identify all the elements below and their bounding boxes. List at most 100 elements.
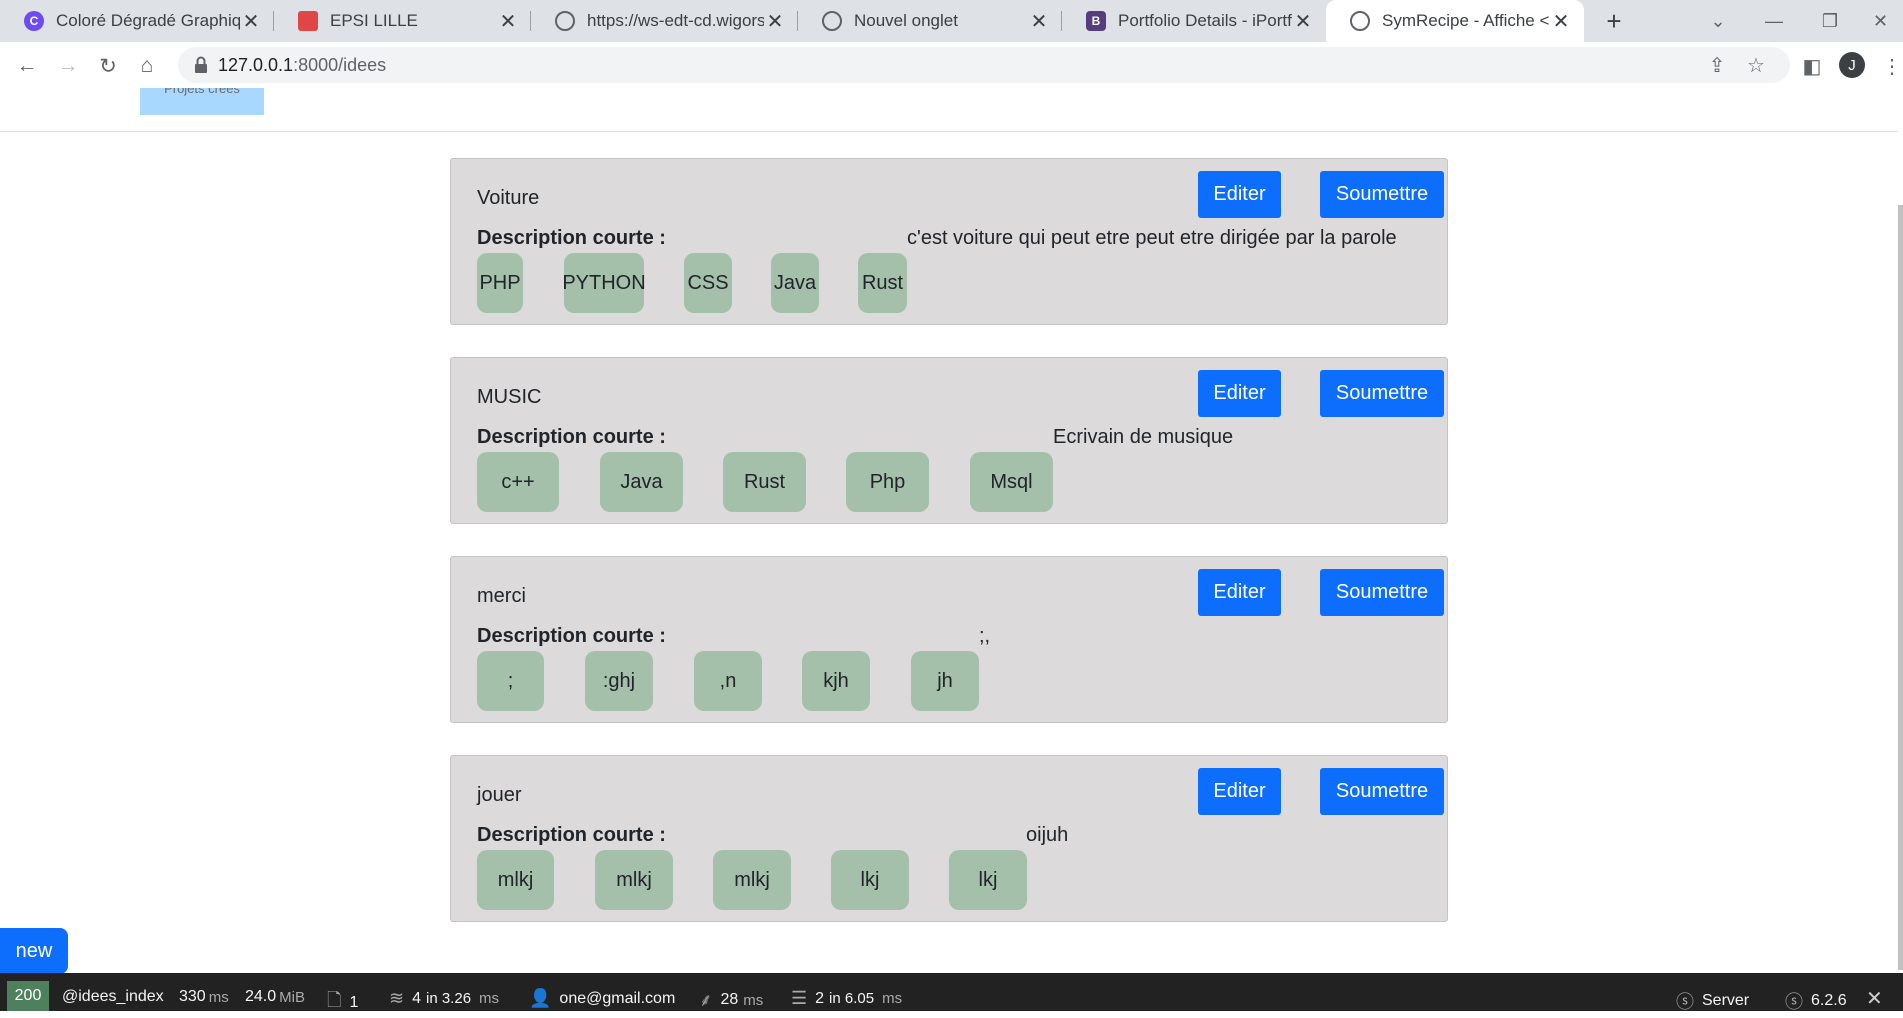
form-icon: 🗋 — [327, 990, 342, 1010]
restore-icon[interactable]: ❐ — [1802, 0, 1858, 42]
edit-button[interactable]: Editer — [1198, 768, 1281, 815]
bootstrap-favicon-icon: B — [1086, 11, 1106, 31]
close-icon[interactable]: ✕ — [497, 9, 519, 34]
browser-tab[interactable]: https://ws-edt-cd.wigorserv ✕ — [531, 0, 798, 42]
globe-icon — [822, 11, 842, 31]
tag: mlkj — [595, 850, 673, 910]
new-idea-button[interactable]: new — [0, 928, 68, 973]
tag: CSS — [684, 253, 732, 313]
tag: ,n — [694, 651, 762, 711]
browser-tab[interactable]: Nouvel onglet ✕ — [798, 0, 1062, 42]
epsi-favicon-icon — [298, 11, 318, 31]
cache-time: in 3.26 — [426, 990, 472, 1007]
tag: Rust — [858, 253, 907, 313]
close-icon[interactable]: ✕ — [764, 9, 786, 34]
browser-tab[interactable]: B Portfolio Details - iPortfolio ✕ — [1062, 0, 1326, 42]
edit-button[interactable]: Editer — [1198, 171, 1281, 218]
tag: Php — [846, 452, 929, 512]
description-label: Description courte : — [477, 227, 666, 249]
tab-title: EPSI LILLE — [330, 11, 418, 30]
minimize-icon[interactable]: — — [1746, 0, 1802, 42]
status-badge[interactable]: 200 — [7, 981, 49, 1011]
submit-button[interactable]: Soumettre — [1320, 370, 1444, 417]
close-icon[interactable]: ✕ — [1028, 9, 1050, 34]
home-icon[interactable]: ⌂ — [131, 50, 163, 82]
idea-name: merci — [477, 585, 526, 607]
tab-search-icon[interactable]: ⌄ — [1690, 0, 1746, 42]
forward-icon[interactable]: → — [52, 50, 84, 82]
idea-card: MUSIC Editer Soumettre Description court… — [450, 357, 1448, 524]
forms-item[interactable]: 🗋 1 — [327, 988, 358, 1018]
address-bar[interactable]: 127.0.0.1:8000/idees ⇪ ☆ — [178, 47, 1790, 83]
user-item[interactable]: 👤 one@gmail.com — [529, 988, 675, 1009]
version-item[interactable]: ⓢ 6.2.6 — [1785, 988, 1847, 1014]
reload-icon[interactable]: ↻ — [92, 50, 124, 82]
database-icon: ☰ — [791, 988, 808, 1008]
idea-name: jouer — [477, 784, 522, 806]
server-item[interactable]: ⓢ Server — [1676, 988, 1749, 1014]
menu-icon[interactable]: ⋮ — [1876, 50, 1903, 82]
user-email: one@gmail.com — [559, 989, 676, 1007]
lock-icon — [195, 56, 207, 73]
window-close-icon[interactable]: ✕ — [1858, 0, 1903, 42]
layers-icon: ≋ — [389, 988, 405, 1008]
tag: kjh — [802, 651, 870, 711]
tag: PYTHON — [562, 253, 646, 313]
page-header: Projets créés — [0, 88, 1898, 132]
twig-unit: ms — [743, 991, 764, 1009]
description-text: ;, — [979, 625, 991, 647]
submit-button[interactable]: Soumettre — [1320, 569, 1444, 616]
description-text: c'est voiture qui peut etre peut etre di… — [907, 227, 1397, 249]
db-queries: 2 — [815, 989, 825, 1007]
close-icon[interactable]: ✕ — [240, 9, 262, 34]
submit-button[interactable]: Soumettre — [1320, 768, 1444, 815]
globe-icon — [1350, 11, 1370, 31]
back-icon[interactable]: ← — [11, 50, 43, 82]
time-unit: ms — [208, 988, 229, 1006]
idea-card: merci Editer Soumettre Description court… — [450, 556, 1448, 723]
user-icon: 👤 — [529, 988, 552, 1008]
globe-icon — [555, 11, 575, 31]
tag: lkj — [949, 850, 1027, 910]
close-icon[interactable]: ✕ — [1550, 9, 1572, 34]
route-item[interactable]: @idees_index — [62, 988, 164, 1006]
close-toolbar-icon[interactable]: ✕ — [1866, 986, 1883, 1011]
tag: lkj — [831, 850, 909, 910]
cache-calls: 4 — [412, 989, 421, 1007]
twig-item[interactable]: ⸙ 28 ms — [699, 988, 763, 1012]
database-item[interactable]: ☰ 2 in 6.05 ms — [791, 988, 902, 1009]
tag: Rust — [723, 452, 806, 512]
memory-item[interactable]: 24.0 MiB — [245, 988, 305, 1006]
cache-item[interactable]: ≋ 4 in 3.26 ms — [389, 988, 499, 1009]
description-label: Description courte : — [477, 426, 666, 448]
close-icon[interactable]: ✕ — [1292, 9, 1314, 34]
star-icon[interactable]: ☆ — [1740, 49, 1772, 81]
edit-button[interactable]: Editer — [1198, 370, 1281, 417]
description-label: Description courte : — [477, 625, 666, 647]
side-panel-icon[interactable]: ◧ — [1796, 50, 1828, 82]
url-text: 127.0.0.1:8000/idees — [218, 55, 387, 75]
browser-tab[interactable]: C Coloré Dégradé Graphique ✕ — [0, 0, 274, 42]
cache-unit: ms — [479, 990, 500, 1007]
submit-button[interactable]: Soumettre — [1320, 171, 1444, 218]
avatar[interactable]: J — [1839, 52, 1865, 78]
browser-tab[interactable]: EPSI LILLE ✕ — [274, 0, 531, 42]
memory-value: 24.0 — [245, 988, 277, 1005]
page-content: Projets créés Voiture Editer Soumettre D… — [0, 88, 1898, 973]
new-tab-icon[interactable]: + — [1598, 6, 1630, 36]
browser-tab-active[interactable]: SymRecipe - Affiche <link r ✕ — [1326, 0, 1584, 42]
idea-card: jouer Editer Soumettre Description court… — [450, 755, 1448, 922]
browser-tabstrip: C Coloré Dégradé Graphique ✕ EPSI LILLE … — [0, 0, 1903, 42]
tab-title: SymRecipe - Affiche <link r — [1382, 11, 1550, 30]
memory-unit: MiB — [279, 988, 305, 1006]
scrollbar-thumb[interactable] — [1898, 205, 1903, 970]
share-icon[interactable]: ⇪ — [1701, 49, 1733, 81]
canva-favicon-icon: C — [24, 11, 44, 31]
description-label: Description courte : — [477, 824, 666, 846]
projects-button[interactable]: Projets créés — [140, 88, 264, 115]
time-item[interactable]: 330 ms — [179, 988, 229, 1006]
symfony-logo-icon: ⓢ — [1676, 992, 1694, 1012]
edit-button[interactable]: Editer — [1198, 569, 1281, 616]
db-unit: ms — [882, 990, 903, 1007]
tag: ; — [477, 651, 544, 711]
